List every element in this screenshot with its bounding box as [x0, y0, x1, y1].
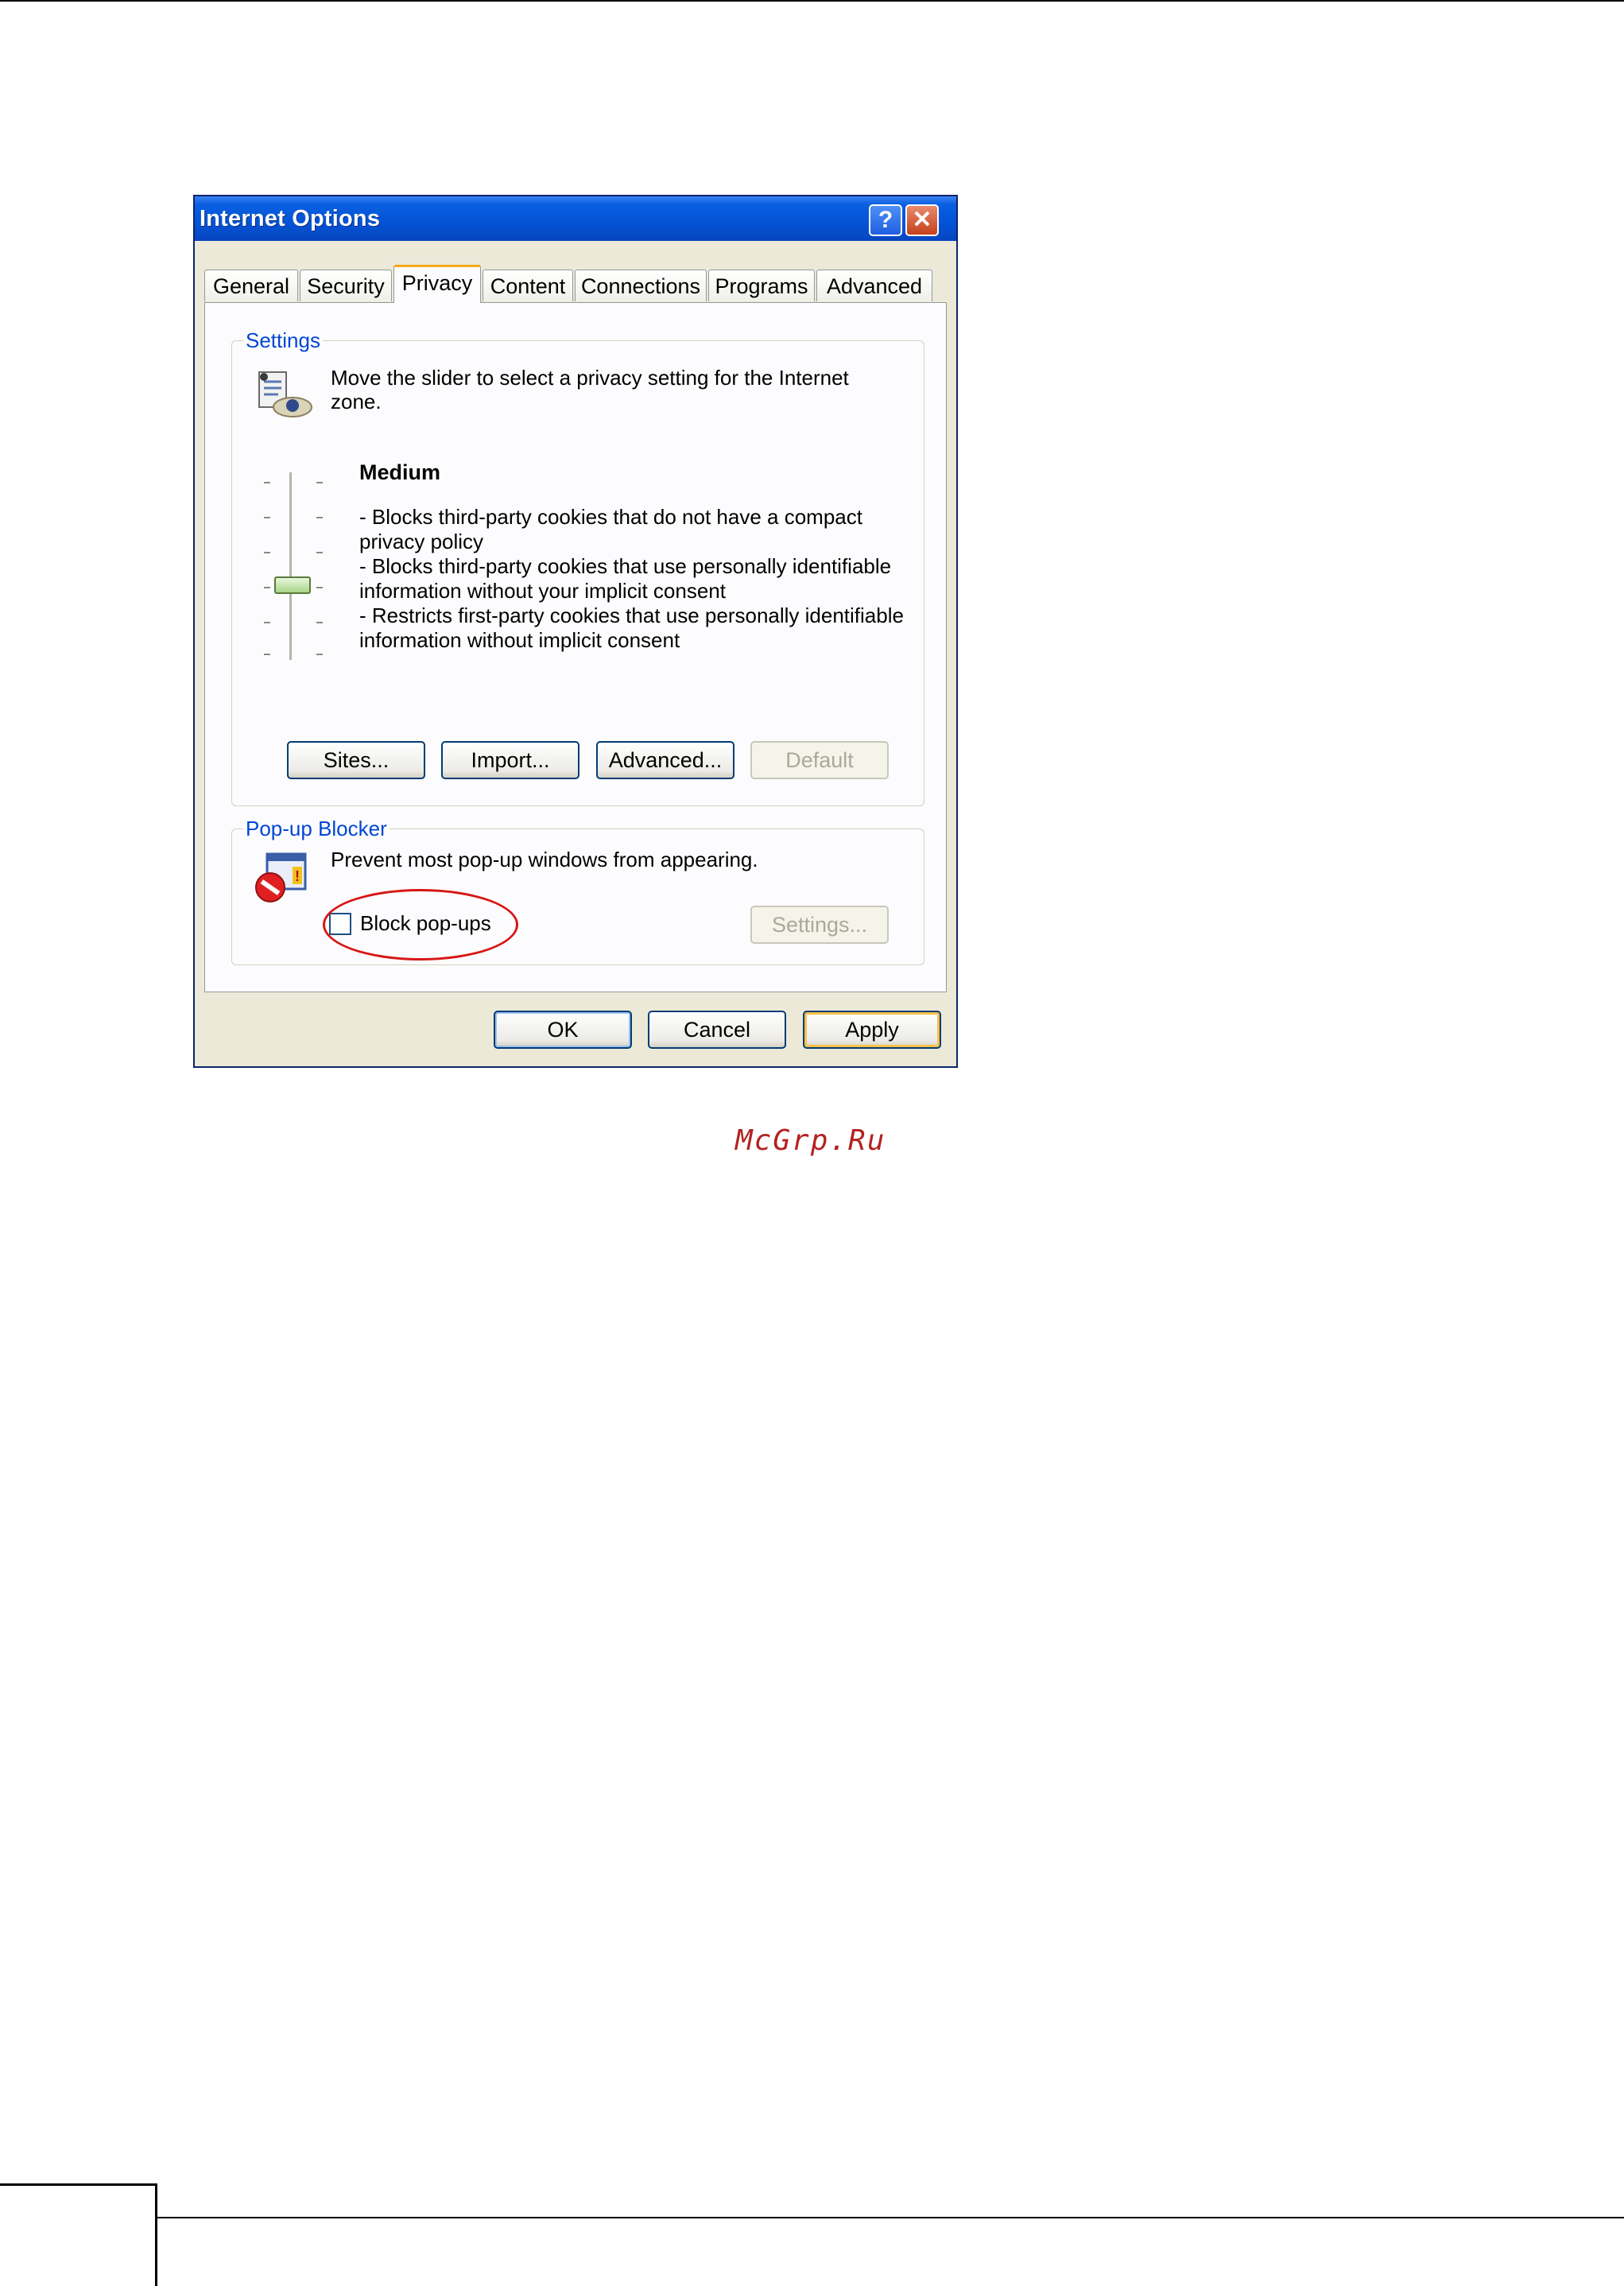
tab-general[interactable]: General	[204, 270, 298, 301]
page-footer-rule	[157, 2217, 1624, 2218]
default-button[interactable]: Default	[750, 741, 889, 779]
slider-tick	[264, 517, 270, 518]
privacy-level-line: information without your implicit consen…	[359, 579, 726, 603]
popup-blocker-description: Prevent most pop-up windows from appeari…	[331, 848, 758, 871]
slider-tick	[316, 622, 323, 623]
slider-tick	[264, 622, 270, 623]
settings-description-line1: Move the slider to select a privacy sett…	[331, 366, 849, 390]
tab-advanced[interactable]: Advanced	[816, 270, 932, 301]
privacy-level-line: privacy policy	[359, 530, 484, 553]
watermark-text: McGrp.Ru	[735, 1124, 886, 1157]
privacy-level-line: - Restricts first-party cookies that use…	[359, 604, 904, 627]
privacy-level-line: - Blocks third-party cookies that do not…	[359, 505, 862, 529]
privacy-level-title: Medium	[359, 460, 441, 484]
tab-privacy[interactable]: Privacy	[393, 265, 481, 303]
title-bar[interactable]: Internet Options ? ✕	[195, 196, 956, 241]
slider-tick	[264, 552, 270, 553]
import-button[interactable]: Import...	[441, 741, 579, 779]
cancel-button[interactable]: Cancel	[648, 1011, 786, 1049]
svg-text:!: !	[295, 868, 300, 884]
slider-tick	[316, 517, 323, 518]
slider-tick	[316, 482, 323, 483]
slider-tick	[264, 654, 270, 655]
slider-tick	[264, 482, 270, 483]
tab-programs[interactable]: Programs	[708, 270, 815, 301]
slider-tick	[316, 587, 323, 588]
help-button[interactable]: ?	[869, 204, 902, 236]
ok-button[interactable]: OK	[494, 1011, 632, 1049]
advanced-button[interactable]: Advanced...	[596, 741, 734, 779]
page-footer-box	[0, 2183, 157, 2286]
popup-settings-button[interactable]: Settings...	[750, 906, 889, 944]
apply-button[interactable]: Apply	[803, 1011, 941, 1049]
popup-blocker-icon: !	[255, 852, 307, 902]
tab-connections[interactable]: Connections	[575, 270, 707, 301]
sites-button[interactable]: Sites...	[287, 741, 425, 779]
privacy-slider-thumb[interactable]	[274, 576, 311, 594]
tab-content[interactable]: Content	[483, 270, 573, 301]
settings-group-label: Settings	[243, 328, 323, 353]
privacy-level-line: information without implicit consent	[359, 628, 680, 652]
popup-blocker-group-label: Pop-up Blocker	[243, 817, 390, 841]
close-button[interactable]: ✕	[905, 204, 939, 236]
settings-description-line2: zone.	[331, 390, 382, 413]
privacy-level-line: - Blocks third-party cookies that use pe…	[359, 554, 892, 578]
highlight-ellipse	[323, 889, 518, 961]
window-title: Internet Options	[200, 206, 381, 231]
privacy-zone-icon	[258, 371, 312, 417]
page-top-rule	[0, 0, 1624, 2]
privacy-slider-track[interactable]	[289, 472, 293, 660]
tab-security[interactable]: Security	[300, 270, 392, 301]
slider-tick	[264, 587, 270, 588]
slider-tick	[316, 654, 323, 655]
slider-tick	[316, 552, 323, 553]
